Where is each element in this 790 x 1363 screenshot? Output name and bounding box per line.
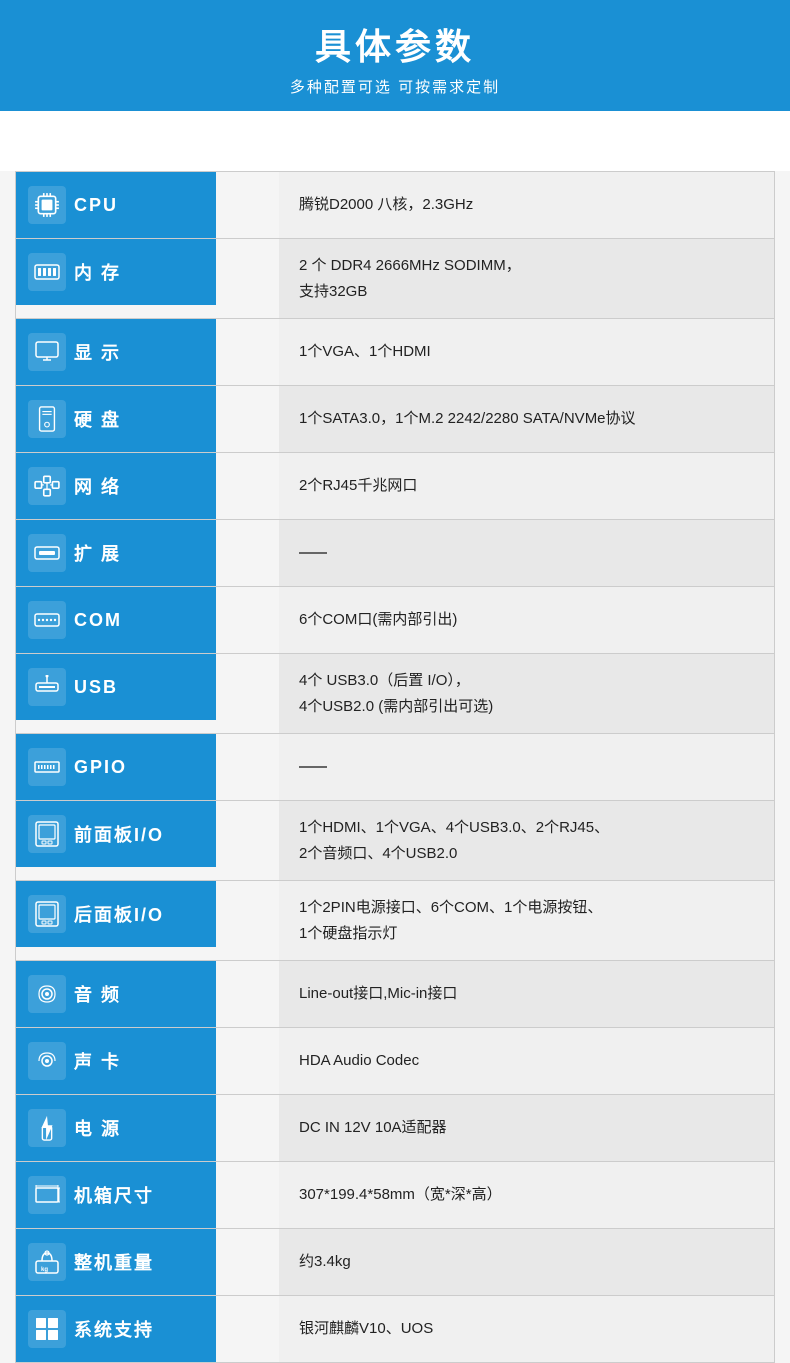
rear-io-icon [28, 895, 66, 933]
display-value: 1个VGA、1个HDMI [279, 319, 775, 386]
page-title: 具体参数 [20, 18, 770, 70]
weight-label: 整机重量 [74, 1249, 154, 1275]
table-row: 系统支持 银河麒麟V10、UOS [16, 1296, 775, 1363]
disk-icon [28, 400, 66, 438]
label-cell-sound-card: 声 卡 [16, 1028, 216, 1094]
label-cell-cpu: CPU [16, 172, 216, 238]
power-label: 电 源 [74, 1115, 121, 1141]
gpio-value [279, 734, 775, 801]
audio-label: 音 频 [74, 981, 121, 1007]
label-cell-os: 系统支持 [16, 1296, 216, 1362]
label-cell-power: 电 源 [16, 1095, 216, 1161]
memory-icon [28, 253, 66, 291]
os-value: 银河麒麟V10、UOS [279, 1296, 775, 1363]
table-row: 硬 盘 1个SATA3.0，1个M.2 2242/2280 SATA/NVMe协议 [16, 386, 775, 453]
table-row: 电 源 DC IN 12V 10A适配器 [16, 1095, 775, 1162]
label-cell-dimension: 机箱尺寸 [16, 1162, 216, 1228]
cpu-value: 腾锐D2000 八核，2.3GHz [279, 172, 775, 239]
expansion-icon [28, 534, 66, 572]
network-icon [28, 467, 66, 505]
table-row: COM 6个COM口(需内部引出) [16, 587, 775, 654]
sound-card-value: HDA Audio Codec [279, 1028, 775, 1095]
audio-value: Line-out接口,Mic-in接口 [279, 961, 775, 1028]
network-value: 2个RJ45千兆网口 [279, 453, 775, 520]
network-label: 网 络 [74, 473, 121, 499]
rear-io-value: 1个2PIN电源接口、6个COM、1个电源按钮、1个硬盘指示灯 [279, 881, 775, 961]
table-row: 机箱尺寸 307*199.4*58mm（宽*深*高） [16, 1162, 775, 1229]
label-cell-rear-io: 后面板I/O [16, 881, 216, 947]
front-io-label: 前面板I/O [74, 821, 164, 847]
power-icon [28, 1109, 66, 1147]
usb-label: USB [74, 677, 118, 698]
table-row: 网 络 2个RJ45千兆网口 [16, 453, 775, 520]
table-row: USB 4个 USB3.0（后置 I/O），4个USB2.0 (需内部引出可选) [16, 654, 775, 734]
memory-label: 内 存 [74, 259, 121, 285]
table-row: 扩 展 [16, 520, 775, 587]
power-value: DC IN 12V 10A适配器 [279, 1095, 775, 1162]
front-io-value: 1个HDMI、1个VGA、4个USB3.0、2个RJ45、2个音频口、4个USB… [279, 801, 775, 881]
label-cell-display: 显 示 [16, 319, 216, 385]
dimension-label: 机箱尺寸 [74, 1182, 154, 1208]
cpu-icon [28, 186, 66, 224]
com-icon [28, 601, 66, 639]
label-cell-memory: 内 存 [16, 239, 216, 305]
os-label: 系统支持 [74, 1316, 154, 1342]
svg-text:kg: kg [41, 1267, 48, 1273]
display-label: 显 示 [74, 339, 121, 365]
header: 具体参数 多种配置可选 可按需求定制 [0, 0, 790, 171]
audio-icon [28, 975, 66, 1013]
table-row: CPU 腾锐D2000 八核，2.3GHz [16, 172, 775, 239]
table-row: 内 存 2 个 DDR4 2666MHz SODIMM，支持32GB [16, 239, 775, 319]
front-io-icon [28, 815, 66, 853]
table-row: 音 频 Line-out接口,Mic-in接口 [16, 961, 775, 1028]
com-value: 6个COM口(需内部引出) [279, 587, 775, 654]
table-row: 后面板I/O 1个2PIN电源接口、6个COM、1个电源按钮、1个硬盘指示灯 [16, 881, 775, 961]
gpio-label: GPIO [74, 757, 127, 778]
label-cell-network: 网 络 [16, 453, 216, 519]
cpu-label: CPU [74, 195, 118, 216]
sound-card-label: 声 卡 [74, 1048, 121, 1074]
spec-table: CPU 腾锐D2000 八核，2.3GHz 内 存 2 个 DDR4 2666MHz … [15, 171, 775, 1363]
label-cell-audio: 音 频 [16, 961, 216, 1027]
disk-value: 1个SATA3.0，1个M.2 2242/2280 SATA/NVMe协议 [279, 386, 775, 453]
table-row: 声 卡 HDA Audio Codec [16, 1028, 775, 1095]
table-row: 前面板I/O 1个HDMI、1个VGA、4个USB3.0、2个RJ45、2个音频口… [16, 801, 775, 881]
table-row: GPIO [16, 734, 775, 801]
display-icon [28, 333, 66, 371]
usb-value: 4个 USB3.0（后置 I/O），4个USB2.0 (需内部引出可选) [279, 654, 775, 734]
table-row: kg 整机重量 约3.4kg [16, 1229, 775, 1296]
label-cell-front-io: 前面板I/O [16, 801, 216, 867]
gpio-icon [28, 748, 66, 786]
disk-label: 硬 盘 [74, 406, 121, 432]
expansion-value [279, 520, 775, 587]
usb-icon [28, 668, 66, 706]
page-subtitle: 多种配置可选 可按需求定制 [20, 76, 770, 97]
sound-card-icon [28, 1042, 66, 1080]
label-cell-com: COM [16, 587, 216, 653]
com-label: COM [74, 610, 122, 631]
label-cell-gpio: GPIO [16, 734, 216, 800]
label-cell-expansion: 扩 展 [16, 520, 216, 586]
table-row: 显 示 1个VGA、1个HDMI [16, 319, 775, 386]
memory-value: 2 个 DDR4 2666MHz SODIMM，支持32GB [279, 239, 775, 319]
rear-io-label: 后面板I/O [74, 901, 164, 927]
label-cell-disk: 硬 盘 [16, 386, 216, 452]
expansion-label: 扩 展 [74, 540, 121, 566]
weight-icon: kg [28, 1243, 66, 1281]
dimension-icon [28, 1176, 66, 1214]
label-cell-weight: kg 整机重量 [16, 1229, 216, 1295]
weight-value: 约3.4kg [279, 1229, 775, 1296]
label-cell-usb: USB [16, 654, 216, 720]
os-icon [28, 1310, 66, 1348]
dimension-value: 307*199.4*58mm（宽*深*高） [279, 1162, 775, 1229]
